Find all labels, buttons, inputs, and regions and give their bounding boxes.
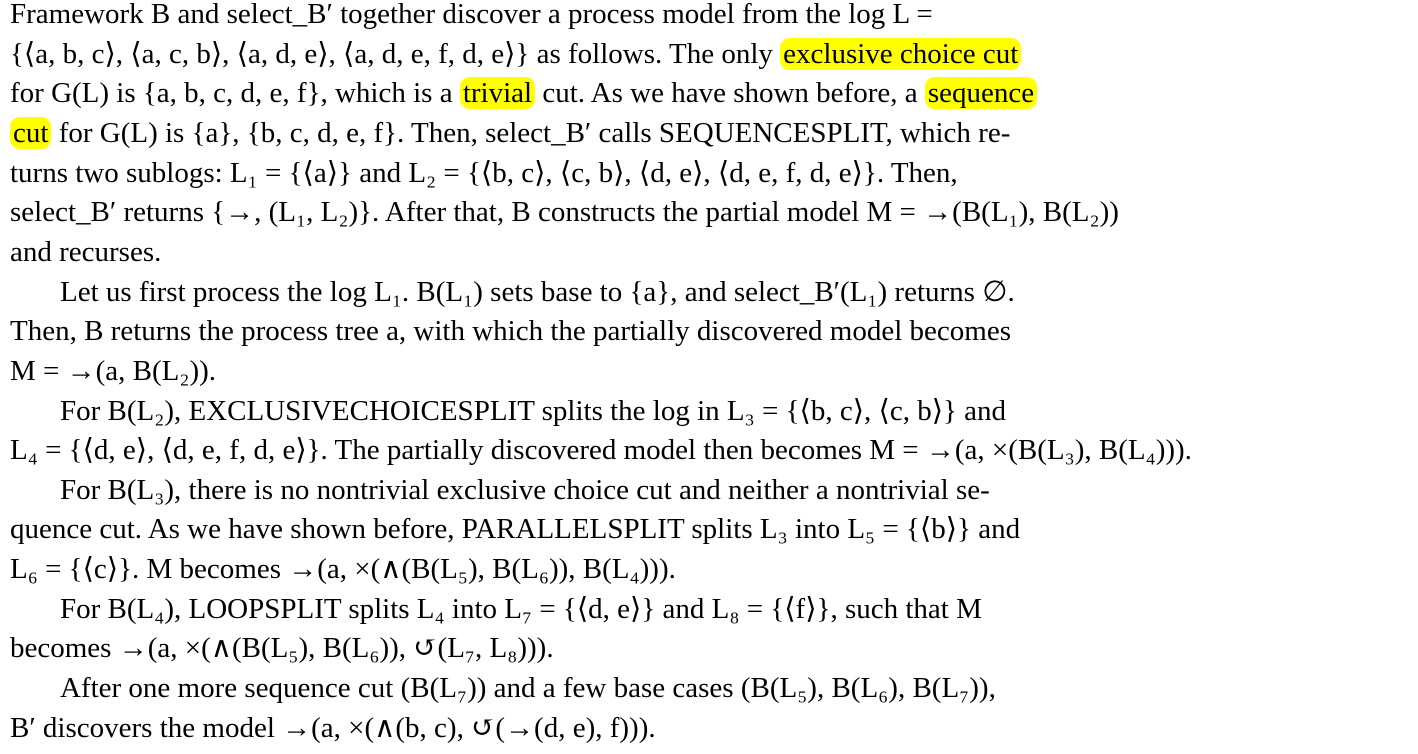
text-line: {⟨a, b, c⟩, ⟨a, c, b⟩, ⟨a, d, e⟩, ⟨a, d,… xyxy=(10,34,1022,74)
text-segment: Let us first process the log L₁. B(L₁) s… xyxy=(60,275,1015,308)
text-segment: for G(L) is {a, b, c, d, e, f}, which is… xyxy=(10,77,460,110)
highlighted-text: trivial xyxy=(459,77,536,110)
text-line: For B(L₃), there is no nontrivial exclus… xyxy=(60,470,990,510)
text-line: for G(L) is {a, b, c, d, e, f}, which is… xyxy=(10,73,1038,113)
text-line: and recurses. xyxy=(10,232,161,272)
text-line: select_B′ returns {→, (L₁, L₂)}. After t… xyxy=(10,192,1119,232)
text-line: B′ discovers the model →(a, ×(∧(b, c), ↺… xyxy=(10,708,656,748)
highlighted-text: cut xyxy=(10,116,52,149)
text-line: For B(L₂), EXCLUSIVECHOICESPLIT splits t… xyxy=(60,391,1006,431)
text-line: turns two sublogs: L₁ = {⟨a⟩} and L₂ = {… xyxy=(10,153,958,193)
text-segment: B′ discovers the model →(a, ×(∧(b, c), ↺… xyxy=(10,711,656,744)
text-line: M = →(a, B(L₂)). xyxy=(10,351,216,391)
text-segment: Framework B and select_B′ together disco… xyxy=(10,0,933,30)
text-segment: becomes →(a, ×(∧(B(L₅), B(L₆)), ↺(L₇, L₈… xyxy=(10,632,554,665)
paper-page: Framework B and select_B′ together disco… xyxy=(0,0,1418,754)
text-segment: {⟨a, b, c⟩, ⟨a, c, b⟩, ⟨a, d, e⟩, ⟨a, d,… xyxy=(10,37,781,70)
text-segment: For B(L₄), LOOPSPLIT splits L₄ into L₇ =… xyxy=(60,592,982,625)
highlighted-text: sequence xyxy=(924,77,1038,110)
text-segment: select_B′ returns {→, (L₁, L₂)}. After t… xyxy=(10,196,1119,229)
text-segment: and recurses. xyxy=(10,235,162,268)
text-line: Let us first process the log L₁. B(L₁) s… xyxy=(60,272,1015,312)
text-line: For B(L₄), LOOPSPLIT splits L₄ into L₇ =… xyxy=(60,589,982,629)
text-line: Then, B returns the process tree a, with… xyxy=(10,311,1011,351)
text-segment: quence cut. As we have shown before, PAR… xyxy=(10,513,1021,546)
text-segment: cut. As we have shown before, a xyxy=(535,77,925,110)
text-segment: For B(L₃), there is no nontrivial exclus… xyxy=(60,473,990,506)
text-line: After one more sequence cut (B(L₇)) and … xyxy=(60,668,996,708)
text-segment: Then, B returns the process tree a, with… xyxy=(10,315,1011,348)
text-segment: L₆ = {⟨c⟩}. M becomes →(a, ×(∧(B(L₅), B(… xyxy=(10,553,676,586)
highlighted-text: exclusive choice cut xyxy=(780,37,1022,70)
text-line: L₄ = {⟨d, e⟩, ⟨d, e, f, d, e⟩}. The part… xyxy=(10,430,1192,470)
text-line: L₆ = {⟨c⟩}. M becomes →(a, ×(∧(B(L₅), B(… xyxy=(10,549,676,589)
text-line: becomes →(a, ×(∧(B(L₅), B(L₆)), ↺(L₇, L₈… xyxy=(10,628,554,668)
text-line: quence cut. As we have shown before, PAR… xyxy=(10,509,1020,549)
text-segment: L₄ = {⟨d, e⟩, ⟨d, e, f, d, e⟩}. The part… xyxy=(10,434,1192,467)
text-line: Framework B and select_B′ together disco… xyxy=(10,0,933,34)
text-line: cut for G(L) is {a}, {b, c, d, e, f}. Th… xyxy=(10,113,1010,153)
text-segment: After one more sequence cut (B(L₇)) and … xyxy=(60,672,996,705)
text-segment: for G(L) is {a}, {b, c, d, e, f}. Then, … xyxy=(51,116,1011,149)
text-segment: M = →(a, B(L₂)). xyxy=(10,354,217,387)
text-segment: For B(L₂), EXCLUSIVECHOICESPLIT splits t… xyxy=(60,394,1007,427)
text-segment: turns two sublogs: L₁ = {⟨a⟩} and L₂ = {… xyxy=(10,156,958,189)
